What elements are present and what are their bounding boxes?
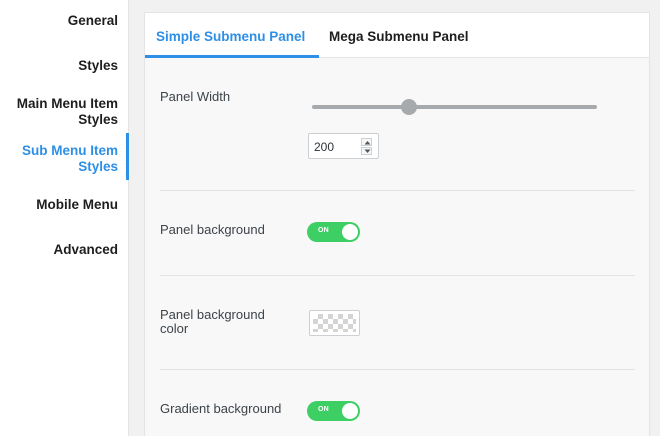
- label-line: color: [160, 321, 189, 336]
- sidebar-item-styles[interactable]: Styles: [78, 58, 118, 74]
- gradient-background-label: Gradient background: [160, 401, 282, 416]
- panel-width-slider-track[interactable]: [312, 105, 597, 109]
- panel-background-color-picker[interactable]: [309, 310, 360, 336]
- sidebar-item-advanced[interactable]: Advanced: [53, 242, 118, 258]
- panel-background-color-label: Panel background color: [160, 308, 265, 336]
- toggle-knob: [342, 224, 358, 240]
- tab-mega-submenu-panel[interactable]: Mega Submenu Panel: [329, 13, 469, 58]
- decrement-button[interactable]: [361, 147, 372, 155]
- sidebar-item-main-menu-item-styles[interactable]: Main Menu Item Styles: [17, 96, 118, 128]
- label-line: Panel background: [160, 307, 265, 322]
- chevron-up-icon: [364, 141, 371, 145]
- toggle-state-text: ON: [318, 227, 329, 234]
- chevron-down-icon: [364, 149, 371, 153]
- sidebar-item-label: Styles: [78, 58, 118, 73]
- sidebar-item-sub-menu-item-styles[interactable]: Sub Menu Item Styles: [22, 143, 118, 175]
- tab-simple-submenu-panel[interactable]: Simple Submenu Panel: [156, 13, 305, 58]
- transparent-checkerboard: [313, 314, 356, 332]
- sidebar-item-mobile-menu[interactable]: Mobile Menu: [36, 197, 118, 213]
- sidebar-item-label: Styles: [78, 159, 118, 174]
- sidebar-active-indicator: [126, 133, 129, 180]
- submenu-settings-panel: Simple Submenu Panel Mega Submenu Panel …: [144, 12, 650, 436]
- gradient-background-toggle[interactable]: ON: [307, 401, 360, 421]
- settings-sidebar: General Styles Main Menu Item Styles Sub…: [0, 0, 129, 436]
- panel-background-label: Panel background: [160, 222, 265, 237]
- settings-page: General Styles Main Menu Item Styles Sub…: [0, 0, 660, 436]
- panel-width-slider-handle[interactable]: [401, 99, 417, 115]
- sidebar-item-general[interactable]: General: [68, 13, 118, 29]
- row-divider: [160, 369, 635, 370]
- tab-bar: Simple Submenu Panel Mega Submenu Panel: [145, 13, 649, 58]
- panel-width-number-input[interactable]: 200: [308, 133, 379, 159]
- panel-width-label: Panel Width: [160, 89, 231, 104]
- row-divider: [160, 275, 635, 276]
- row-divider: [160, 190, 635, 191]
- toggle-state-text: ON: [318, 406, 329, 413]
- toggle-knob: [342, 403, 358, 419]
- sidebar-item-label: Mobile Menu: [36, 197, 118, 212]
- sidebar-item-label: Advanced: [53, 242, 118, 257]
- panel-background-toggle[interactable]: ON: [307, 222, 360, 242]
- sidebar-item-label: Main Menu Item: [16, 96, 118, 111]
- panel-width-value: 200: [314, 140, 335, 154]
- sidebar-item-label: Styles: [78, 112, 118, 127]
- increment-button[interactable]: [361, 138, 372, 146]
- sidebar-item-label: General: [67, 13, 118, 28]
- sidebar-item-label: Sub Menu Item: [21, 143, 118, 158]
- active-tab-underline: [145, 55, 319, 58]
